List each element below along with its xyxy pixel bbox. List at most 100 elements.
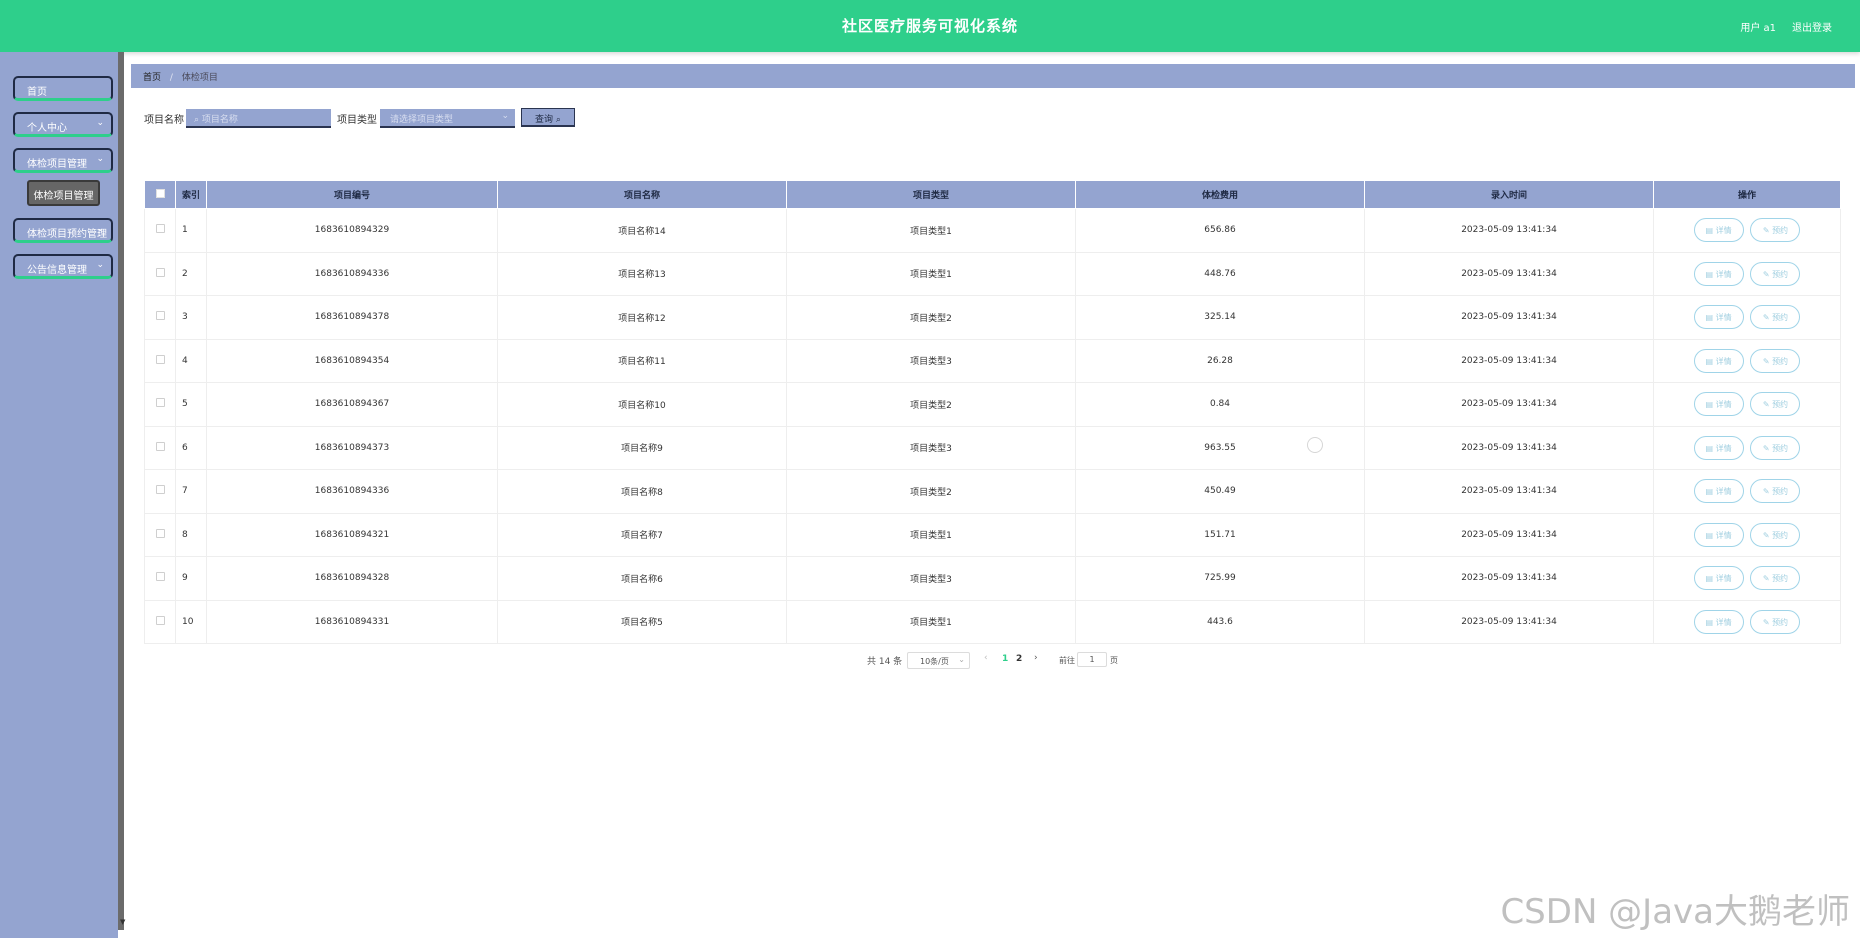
watermark: CSDN @Java大鹅老师 (1500, 892, 1850, 932)
detail-button[interactable]: ▤ 详情 (1693, 218, 1744, 243)
submenu-item-exam-project-mgmt[interactable]: 体检项目管理 (27, 180, 100, 206)
pagination: 共 14 条 10条/页 ⌄ ‹ 1 2 › 前往 1 页 (0, 652, 1860, 670)
document-icon: ▤ (1705, 356, 1714, 366)
edit-icon: ✎ (1762, 400, 1770, 410)
row-checkbox[interactable] (155, 572, 165, 582)
row-select-cell (144, 382, 176, 427)
document-icon: ▤ (1705, 400, 1714, 410)
book-button[interactable]: ✎ 预约 (1750, 435, 1801, 460)
cell-type: 项目类型1 (786, 208, 1076, 253)
book-button[interactable]: ✎ 预约 (1750, 566, 1801, 591)
row-select-cell (144, 425, 176, 470)
book-button[interactable]: ✎ 预约 (1750, 218, 1801, 243)
row-checkbox[interactable] (155, 354, 165, 364)
goto-page-input[interactable]: 1 (1077, 652, 1107, 667)
document-icon: ▤ (1705, 487, 1714, 497)
chevron-down-icon: ⌄ (96, 154, 104, 164)
detail-button-label: 详情 (1715, 617, 1732, 627)
table-row[interactable]: 7 1683610894336 项目名称8 项目类型2 450.49 2023-… (144, 469, 1841, 514)
cell-code: 1683610894336 (206, 469, 498, 514)
edit-icon: ✎ (1762, 443, 1770, 453)
book-button[interactable]: ✎ 预约 (1750, 261, 1801, 286)
table-row[interactable]: 8 1683610894321 项目名称7 项目类型1 151.71 2023-… (144, 512, 1841, 557)
detail-button[interactable]: ▤ 详情 (1693, 348, 1744, 373)
detail-button[interactable]: ▤ 详情 (1693, 609, 1744, 634)
sidebar-item-exam-booking-mgmt[interactable]: 体检项目预约管理 ⌄ (13, 218, 113, 243)
sidebar-item-exam-project-mgmt[interactable]: 体检项目管理 ⌄ (13, 148, 113, 173)
cell-fee: 443.6 (1075, 599, 1365, 644)
sidebar-scrollbar[interactable] (118, 52, 124, 930)
chevron-down-icon: ⌄ (96, 260, 104, 270)
detail-button-label: 详情 (1715, 443, 1732, 453)
detail-button[interactable]: ▤ 详情 (1693, 479, 1744, 504)
row-checkbox[interactable] (155, 615, 165, 625)
detail-button-label: 详情 (1715, 269, 1732, 279)
project-name-input[interactable]: ⌕ 项目名称 (186, 109, 331, 128)
page-1-button[interactable]: 1 (1002, 654, 1008, 664)
detail-button[interactable]: ▤ 详情 (1693, 392, 1744, 417)
sidebar-item-notice-mgmt[interactable]: 公告信息管理 ⌄ (13, 254, 113, 279)
detail-button[interactable]: ▤ 详情 (1693, 305, 1744, 330)
row-checkbox[interactable] (155, 441, 165, 451)
sidebar-item-personal-center[interactable]: 个人中心 ⌄ (13, 112, 113, 137)
detail-button[interactable]: ▤ 详情 (1693, 522, 1744, 547)
row-checkbox[interactable] (155, 224, 165, 234)
sidebar-item-label: 体检项目预约管理 (27, 229, 107, 240)
cell-code: 1683610894378 (206, 295, 498, 340)
row-checkbox[interactable] (155, 398, 165, 408)
cell-time: 2023-05-09 13:41:34 (1364, 295, 1654, 340)
detail-button-label: 详情 (1715, 313, 1732, 323)
column-header-actions: 操作 (1653, 180, 1841, 209)
query-button[interactable]: 查询 ⌕ (521, 108, 575, 127)
row-checkbox[interactable] (155, 528, 165, 538)
table-row[interactable]: 6 1683610894373 项目名称9 项目类型3 963.55 2023-… (144, 425, 1841, 470)
row-select-cell (144, 338, 176, 383)
book-button[interactable]: ✎ 预约 (1750, 305, 1801, 330)
table-row[interactable]: 3 1683610894378 项目名称12 项目类型2 325.14 2023… (144, 295, 1841, 340)
book-button-label: 预约 (1772, 226, 1789, 236)
detail-button[interactable]: ▤ 详情 (1693, 566, 1744, 591)
project-type-select[interactable]: 请选择项目类型 ⌄ (380, 109, 515, 128)
project-type-label: 项目类型 (337, 115, 377, 126)
book-button[interactable]: ✎ 预约 (1750, 479, 1801, 504)
table-row[interactable]: 1 1683610894329 项目名称14 项目类型1 656.86 2023… (144, 208, 1841, 253)
scroll-down-arrow-icon[interactable]: ▼ (120, 918, 125, 926)
detail-button[interactable]: ▤ 详情 (1693, 435, 1744, 460)
page-2-button[interactable]: 2 (1016, 654, 1022, 664)
sidebar-item-home[interactable]: 首页 (13, 76, 113, 101)
cell-fee: 448.76 (1075, 251, 1365, 296)
exam-project-table: 索引 项目编号 项目名称 项目类型 体检费用 录入时间 操作 1 1683610… (144, 180, 1841, 644)
cell-name: 项目名称8 (497, 469, 787, 514)
book-button[interactable]: ✎ 预约 (1750, 609, 1801, 634)
table-row[interactable]: 2 1683610894336 项目名称13 项目类型1 448.76 2023… (144, 251, 1841, 296)
table-row[interactable]: 4 1683610894354 项目名称11 项目类型3 26.28 2023-… (144, 338, 1841, 383)
select-all-checkbox[interactable] (155, 188, 165, 198)
detail-button-label: 详情 (1715, 487, 1732, 497)
table-row[interactable]: 9 1683610894328 项目名称6 项目类型3 725.99 2023-… (144, 556, 1841, 601)
breadcrumb-home[interactable]: 首页 (143, 73, 161, 83)
book-button[interactable]: ✎ 预约 (1750, 348, 1801, 373)
detail-button-label: 详情 (1715, 400, 1732, 410)
cell-type: 项目类型3 (786, 338, 1076, 383)
row-checkbox[interactable] (155, 267, 165, 277)
page-size-select[interactable]: 10条/页 ⌄ (907, 652, 970, 669)
cell-actions: ▤ 详情 ✎ 预约 (1653, 556, 1841, 601)
sidebar-item-label: 体检项目管理 (27, 159, 87, 170)
document-icon: ▤ (1705, 313, 1714, 323)
book-button[interactable]: ✎ 预约 (1750, 522, 1801, 547)
detail-button[interactable]: ▤ 详情 (1693, 261, 1744, 286)
book-button[interactable]: ✎ 预约 (1750, 392, 1801, 417)
cell-type: 项目类型1 (786, 512, 1076, 557)
book-button-label: 预约 (1772, 313, 1789, 323)
prev-page-icon[interactable]: ‹ (984, 653, 988, 663)
cell-index: 3 (175, 295, 207, 340)
row-checkbox[interactable] (155, 485, 165, 495)
table-row[interactable]: 5 1683610894367 项目名称10 项目类型2 0.84 2023-0… (144, 382, 1841, 427)
table-row[interactable]: 10 1683610894331 项目名称5 项目类型1 443.6 2023-… (144, 599, 1841, 644)
row-checkbox[interactable] (155, 311, 165, 321)
row-select-cell (144, 599, 176, 644)
next-page-icon[interactable]: › (1034, 653, 1038, 663)
cell-name: 项目名称12 (497, 295, 787, 340)
logout-link[interactable]: 退出登录 (1792, 19, 1832, 34)
cell-index: 6 (175, 425, 207, 470)
